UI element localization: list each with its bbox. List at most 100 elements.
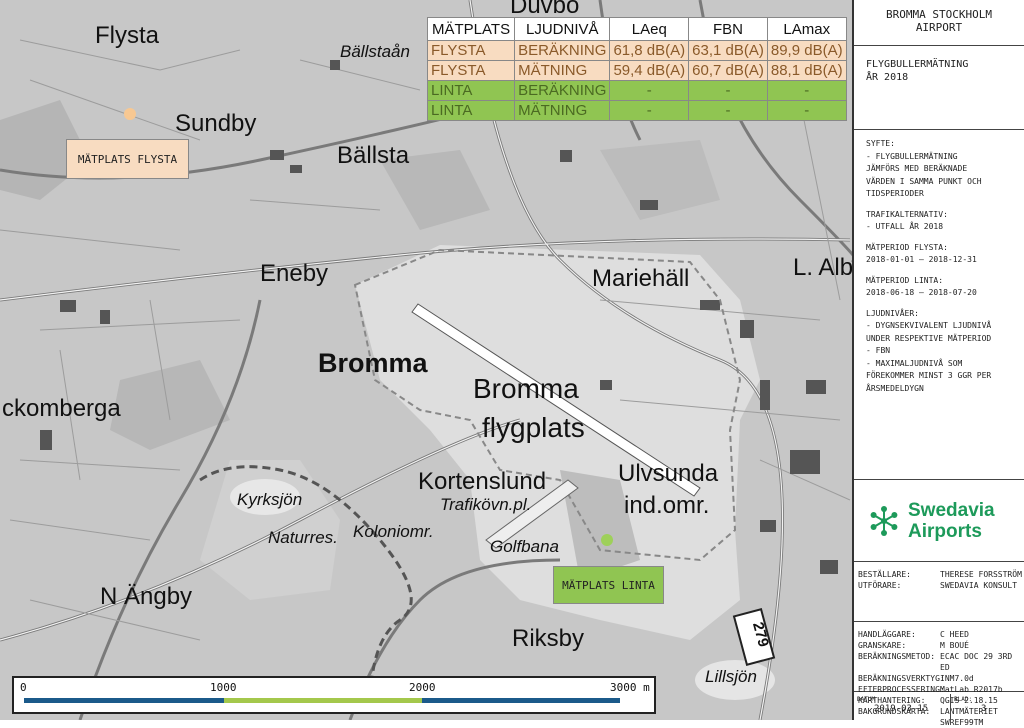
noise-table-row: LINTA BERÄKNING - - - <box>426 80 847 101</box>
place-label-lillsjon: Lillsjön <box>705 667 757 686</box>
place-label-ulvsunda-2: ind.omr. <box>624 492 710 519</box>
measure-box-flysta: MÄTPLATS FLYSTA <box>66 139 189 179</box>
description-line: UNDER RESPEKTIVE MÄTPERIOD <box>866 333 992 343</box>
date-value: 2019-03-15 <box>874 704 929 714</box>
scale-bar: 0 1000 2000 3000 m <box>12 676 656 714</box>
meta-box-2: HANDLÄGGARE: C HEED GRANSKARE: M BOUÉ BERÄKN… <box>854 626 1024 727</box>
noise-table: MÄTPLATS LJUDNIVÅ LAeq FBN LAmax FLYSTA BERÄK… <box>426 17 847 121</box>
subtitle-box: FLYGBULLERMÄTNING ÅR 2018 <box>854 46 1024 130</box>
meta-key: HANDLÄGGARE: <box>858 630 916 639</box>
sheet-label: BLAD: <box>954 696 973 703</box>
swedavia-logo-icon <box>870 505 898 536</box>
noise-table-cell: - <box>609 80 690 101</box>
noise-table-cell: 61,8 dB(A) <box>609 40 690 61</box>
meta-key: BERÄKNINGSVERKTYG: <box>858 674 945 683</box>
title-line-1: BROMMA STOCKHOLM <box>886 8 992 21</box>
description-line <box>866 300 1024 308</box>
noise-table-cell: - <box>766 100 847 121</box>
meta-value: ECAC DOC 29 3RD ED <box>940 652 1013 672</box>
meta-key: BESTÄLLARE: <box>858 570 911 579</box>
description-line: MÄTPERIOD FLYSTA: <box>866 242 948 252</box>
noise-table-cell: MÄTNING <box>514 100 611 121</box>
description-line: TRAFIKALTERNATIV: <box>866 209 948 219</box>
noise-table-row: LINTA MÄTNING - - - <box>426 100 847 121</box>
meta-key: UTFÖRARE: <box>858 581 902 590</box>
place-label-nangby: N Ängby <box>100 583 193 610</box>
description-line: MÄTPERIOD LINTA: <box>866 275 944 285</box>
description-line <box>866 234 1024 242</box>
meta-row: BERÄKNINGSVERKTYG: INM7.0d <box>854 673 1024 684</box>
meta-box-1: BESTÄLLARE: THERESE FORSSTRÖM UTFÖRARE: SWE… <box>854 566 1024 622</box>
description-line: - FBN <box>866 346 891 355</box>
place-label-ckomberga: ckomberga <box>2 395 121 422</box>
title-box: BROMMA STOCKHOLM AIRPORT <box>854 0 1024 46</box>
meta-row: BERÄKNINGSMETOD: ECAC DOC 29 3RD ED <box>854 651 1024 673</box>
scale-seg-1 <box>24 698 224 703</box>
description-line: JÄMFÖRS MED BERÄKNADE <box>866 164 968 173</box>
title-block: BROMMA STOCKHOLM AIRPORT FLYGBULLERMÄTNI… <box>852 0 1024 727</box>
noise-table-col-0: MÄTPLATS <box>426 17 516 41</box>
place-label-trafikovn: Trafikövn.pl. <box>440 495 532 514</box>
noise-table-header: MÄTPLATS LJUDNIVÅ LAeq FBN LAmax <box>426 17 847 41</box>
noise-table-cell: - <box>766 80 847 101</box>
meta-row: UTFÖRARE: SWEDAVIA KONSULT <box>854 580 1024 591</box>
measure-box-flysta-label: MÄTPLATS FLYSTA <box>77 152 178 166</box>
measure-box-linta-label: MÄTPLATS LINTA <box>562 578 655 592</box>
logo-text-line-1: Swedavia <box>908 499 995 521</box>
place-label-ulvsunda-1: Ulvsunda <box>618 460 719 487</box>
place-label-kortenslund: Kortenslund <box>418 468 547 495</box>
sheet-value: 3 <box>981 704 987 714</box>
noise-table-cell: LINTA <box>426 100 516 121</box>
meta-value: SWEDAVIA KONSULT <box>940 581 1018 590</box>
description-line: LJUDNIVÅER: <box>866 308 919 318</box>
meta-value: INM7.0d <box>940 674 974 683</box>
description-line: 2018-06-18 – 2018-07-20 <box>866 288 977 297</box>
place-label-mariehall: Mariehäll <box>592 265 690 292</box>
noise-table-col-3: FBN <box>688 17 768 41</box>
scale-seg-2 <box>224 698 422 703</box>
place-label-bromma-flygplats-2: flygplats <box>482 412 585 443</box>
place-label-ballstaan: Bällstaån <box>340 42 410 61</box>
logo-text-line-2: Airports <box>908 520 982 542</box>
noise-table-cell: 89,9 dB(A) <box>766 40 847 61</box>
meta-value: M BOUÉ <box>940 641 969 650</box>
meta-row: GRANSKARE: M BOUÉ <box>854 640 1024 651</box>
noise-table-cell: 59,4 dB(A) <box>609 60 690 81</box>
description-line: SYFTE: <box>866 139 895 148</box>
scale-tick-2000: 2000 <box>409 681 436 694</box>
title-line-2: AIRPORT <box>915 21 963 34</box>
scale-seg-3 <box>422 698 620 703</box>
description-line: ÅRSMEDELDYGN <box>866 383 924 393</box>
description-line: VÄRDEN I SAMMA PUNKT OCH <box>866 176 982 186</box>
meta-key: GRANSKARE: <box>858 641 907 650</box>
logo-box: Swedavia Airports <box>854 480 1024 562</box>
description-line <box>866 267 1024 275</box>
description-line: - DYGNSEKVIVALENT LJUDNIVÅ <box>866 321 992 330</box>
footer-box: DATUM 2019-03-15 BLAD: 3 <box>854 694 1024 720</box>
scale-tick-1000: 1000 <box>210 681 237 694</box>
date-label: DATUM <box>857 696 876 703</box>
noise-table-col-4: LAmax <box>766 17 847 41</box>
noise-table-cell: 88,1 dB(A) <box>766 60 847 81</box>
noise-table-cell: LINTA <box>426 80 516 101</box>
meta-value: THERESE FORSSTRÖM <box>940 570 1022 579</box>
description-line: - UTFALL ÅR 2018 <box>866 222 944 231</box>
place-label-lalb: L. Alb <box>793 254 852 281</box>
noise-table-row: FLYSTA BERÄKNING 61,8 dB(A) 63,1 dB(A) 89,9 … <box>426 40 847 61</box>
noise-table-col-2: LAeq <box>609 17 690 41</box>
description-line: - FLYGBULLERMÄTNING <box>866 151 958 161</box>
place-label-naturres: Naturres. <box>268 528 338 547</box>
subtitle-line-1: FLYGBULLERMÄTNING <box>866 59 969 70</box>
place-label-bromma: Bromma <box>318 348 428 378</box>
place-label-eneby: Eneby <box>260 260 329 287</box>
linta-point <box>601 534 613 546</box>
place-label-riksby: Riksby <box>512 625 585 652</box>
noise-table-cell: - <box>688 100 768 121</box>
description-line: FÖREKOMMER MINST 3 GGR PER <box>866 371 992 380</box>
flysta-point <box>124 108 136 120</box>
place-label-sundby: Sundby <box>175 110 257 137</box>
map-canvas[interactable]: Flysta Sundby Bällsta Eneby Bromma Bromma flyg… <box>0 0 852 720</box>
meta-row: HANDLÄGGARE: C HEED <box>854 629 1024 640</box>
description-line: TIDSPERIODER <box>866 189 924 198</box>
place-label-bromma-flygplats-1: Bromma <box>473 373 579 404</box>
